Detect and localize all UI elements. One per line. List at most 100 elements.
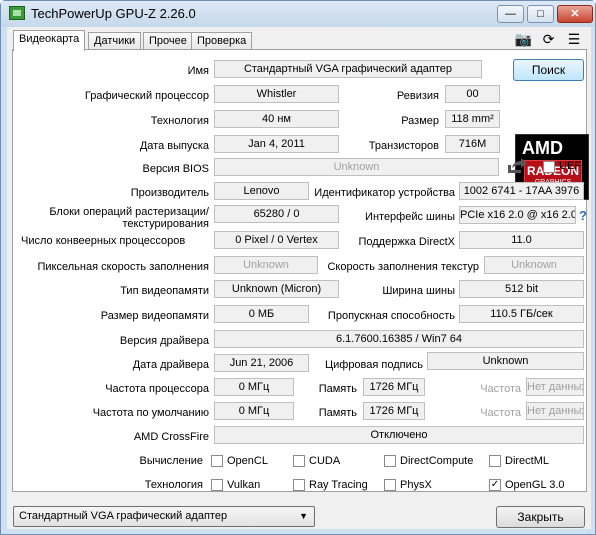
boost-clock-label: Частота: [480, 383, 521, 395]
memory-size-label: Размер видеопамяти: [100, 310, 209, 322]
gpu-value: Whistler: [214, 85, 339, 103]
rops-tmus-value: 65280 / 0: [214, 205, 339, 223]
opencl-checkbox[interactable]: [211, 455, 223, 467]
close-window-button[interactable]: ✕: [557, 5, 593, 23]
bios-version-label: Версия BIOS: [142, 163, 209, 175]
close-button[interactable]: Закрыть: [496, 506, 585, 528]
memory-clock-value: 1726 МГц: [363, 378, 425, 396]
cuda-checkbox[interactable]: [293, 455, 305, 467]
bandwidth-value: 110.5 ГБ/сек: [459, 305, 584, 323]
shaders-label: Число конвеерных процессоров: [21, 235, 186, 247]
uefi-checkbox[interactable]: [543, 161, 555, 173]
texture-fillrate-label: Скорость заполнения текстур: [327, 261, 479, 273]
default-boost-label: Частота: [480, 407, 521, 419]
directcompute-label: DirectCompute: [400, 455, 474, 467]
subvendor-label: Производитель: [130, 187, 209, 199]
bus-interface-label: Интерфейс шины: [365, 211, 455, 223]
ray-tracing-label: Ray Tracing: [309, 479, 368, 491]
chevron-down-icon: ▼: [299, 511, 308, 521]
directml-checkbox[interactable]: [489, 455, 501, 467]
die-size-label: Размер: [401, 115, 439, 127]
default-memory-label: Память: [318, 407, 357, 419]
physx-checkbox[interactable]: [384, 479, 396, 491]
graphics-card-panel: Имя Стандартный VGA графический адаптер …: [12, 49, 589, 492]
computing-label: Вычисление: [139, 455, 204, 467]
subvendor-value: Lenovo: [214, 182, 309, 200]
directx-label: Поддержка DirectX: [358, 236, 455, 248]
refresh-icon[interactable]: ⟳: [540, 31, 558, 48]
release-date-value: Jan 4, 2011: [214, 135, 339, 153]
technology-label: Технология: [150, 115, 209, 127]
adapter-select-value: Стандартный VGA графический адаптер: [19, 510, 228, 522]
maximize-button[interactable]: □: [527, 5, 554, 23]
gpu-label: Графический процессор: [84, 90, 209, 102]
release-date-label: Дата выпуска: [139, 140, 209, 152]
tab-toolbar: 📷 ⟳ ☰: [510, 31, 583, 48]
rops-tmus-label: Блоки операций растеризации/текстурирова…: [49, 206, 209, 230]
name-value: Стандартный VGA графический адаптер: [214, 60, 482, 78]
texture-fillrate-value: Unknown: [484, 256, 584, 274]
share-bios-icon[interactable]: [506, 157, 528, 175]
bios-version-value: Unknown: [214, 158, 499, 176]
gpuz-app-icon: [9, 6, 25, 20]
tab-sensors[interactable]: Датчики: [88, 32, 142, 50]
minimize-button[interactable]: —: [497, 5, 524, 23]
vulkan-label: Vulkan: [227, 479, 261, 491]
shaders-value: 0 Pixel / 0 Vertex: [214, 231, 339, 249]
opengl-checkbox[interactable]: ✓: [489, 479, 501, 491]
memory-type-label: Тип видеопамяти: [120, 285, 209, 297]
adapter-select[interactable]: Стандартный VGA графический адаптер ▼: [13, 506, 315, 527]
lookup-button[interactable]: Поиск: [513, 59, 584, 81]
device-id-label: Идентификатор устройства: [314, 187, 455, 199]
name-label: Имя: [187, 65, 209, 77]
boost-clock-value: Нет данных: [526, 378, 584, 396]
technology-value: 40 нм: [214, 110, 339, 128]
gpuz-window: TechPowerUp GPU-Z 2.26.0 — □ ✕ Видеокарт…: [0, 0, 596, 535]
camera-icon[interactable]: 📷: [514, 31, 532, 48]
crossfire-value: Отключено: [214, 426, 584, 444]
bandwidth-label: Пропускная способность: [327, 310, 455, 322]
opencl-label: OpenCL: [227, 455, 268, 467]
pixel-fillrate-label: Пиксельная скорость заполнения: [37, 261, 210, 273]
tab-graphics-card[interactable]: Видеокарта: [13, 30, 86, 51]
bus-help-icon[interactable]: ?: [579, 208, 587, 223]
memory-clock-label: Память: [318, 383, 357, 395]
driver-date-value: Jun 21, 2006: [214, 354, 309, 372]
transistors-label: Транзисторов: [368, 140, 439, 152]
memory-size-value: 0 МБ: [214, 305, 309, 323]
gpu-clock-value: 0 МГц: [214, 378, 294, 396]
driver-version-label: Версия драйвера: [119, 335, 209, 347]
directml-label: DirectML: [505, 455, 550, 467]
crossfire-label: AMD CrossFire: [133, 431, 209, 443]
die-size-value: 118 mm²: [445, 110, 500, 128]
default-clock-value: 0 МГц: [214, 402, 294, 420]
amd-logo-text: AMD: [522, 138, 563, 158]
revision-label: Ревизия: [396, 90, 439, 102]
pixel-fillrate-value: Unknown: [214, 256, 318, 274]
client-area: Видеокарта Датчики Прочее Проверка 📷 ⟳ ☰…: [7, 27, 591, 529]
device-id-value: 1002 6741 - 17AA 3976: [459, 182, 584, 200]
vulkan-checkbox[interactable]: [211, 479, 223, 491]
directcompute-checkbox[interactable]: [384, 455, 396, 467]
ray-tracing-checkbox[interactable]: [293, 479, 305, 491]
tab-advanced[interactable]: Прочее: [143, 32, 193, 50]
memory-type-value: Unknown (Micron): [214, 280, 339, 298]
bus-width-value: 512 bit: [459, 280, 584, 298]
directx-value: 11.0: [459, 231, 584, 249]
physx-label: PhysX: [400, 479, 432, 491]
opengl-label: OpenGL 3.0: [505, 479, 565, 491]
cuda-label: CUDA: [309, 455, 341, 467]
bus-interface-value: PCIe x16 2.0 @ x16 2.0: [459, 206, 576, 224]
title-bar[interactable]: TechPowerUp GPU-Z 2.26.0 — □ ✕: [1, 1, 595, 27]
menu-icon[interactable]: ☰: [565, 31, 583, 48]
gpu-clock-label: Частота процессора: [105, 383, 209, 395]
window-title: TechPowerUp GPU-Z 2.26.0: [31, 6, 196, 21]
tab-validation[interactable]: Проверка: [191, 32, 253, 50]
digital-signature-value: Unknown: [427, 352, 584, 370]
driver-date-label: Дата драйвера: [132, 359, 209, 371]
transistors-value: 716M: [445, 135, 500, 153]
uefi-label: UEFI: [559, 160, 585, 172]
default-memory-value: 1726 МГц: [363, 402, 425, 420]
digital-signature-label: Цифровая подпись: [324, 359, 423, 371]
default-boost-value: Нет данных: [526, 402, 584, 420]
